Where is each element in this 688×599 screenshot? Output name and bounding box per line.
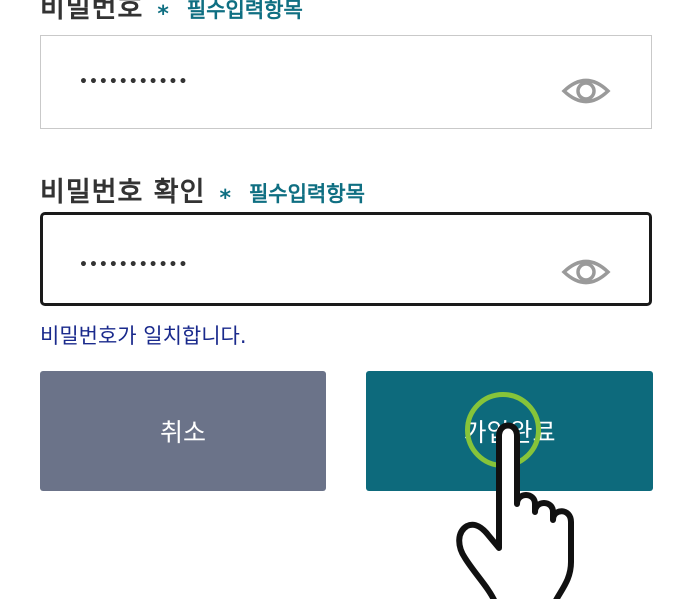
eye-icon[interactable]	[561, 255, 611, 289]
password-confirm-field[interactable]: •••••••••••	[40, 212, 652, 306]
password-field[interactable]: •••••••••••	[40, 35, 652, 129]
signup-complete-button[interactable]: 가입완료	[366, 371, 653, 491]
password-confirm-masked-value: •••••••••••	[79, 257, 189, 273]
required-star: *	[219, 186, 231, 211]
password-masked-value: •••••••••••	[79, 74, 189, 90]
eye-icon[interactable]	[561, 74, 611, 108]
password-label: 비밀번호	[40, 0, 144, 24]
required-text: 필수입력항목	[248, 182, 365, 206]
password-match-message: 비밀번호가 일치합니다.	[40, 324, 247, 348]
required-star: *	[157, 2, 169, 27]
signup-form: 비밀번호 * 필수입력항목 ••••••••••• 비밀번호 확인 * 필수입력…	[0, 0, 688, 599]
password-confirm-label: 비밀번호 확인	[40, 177, 206, 208]
cancel-button[interactable]: 취소	[40, 371, 326, 491]
password-label-row: 비밀번호 * 필수입력항목	[40, 0, 303, 27]
required-text: 필수입력항목	[186, 0, 303, 22]
password-confirm-label-row: 비밀번호 확인 * 필수입력항목	[40, 170, 365, 211]
